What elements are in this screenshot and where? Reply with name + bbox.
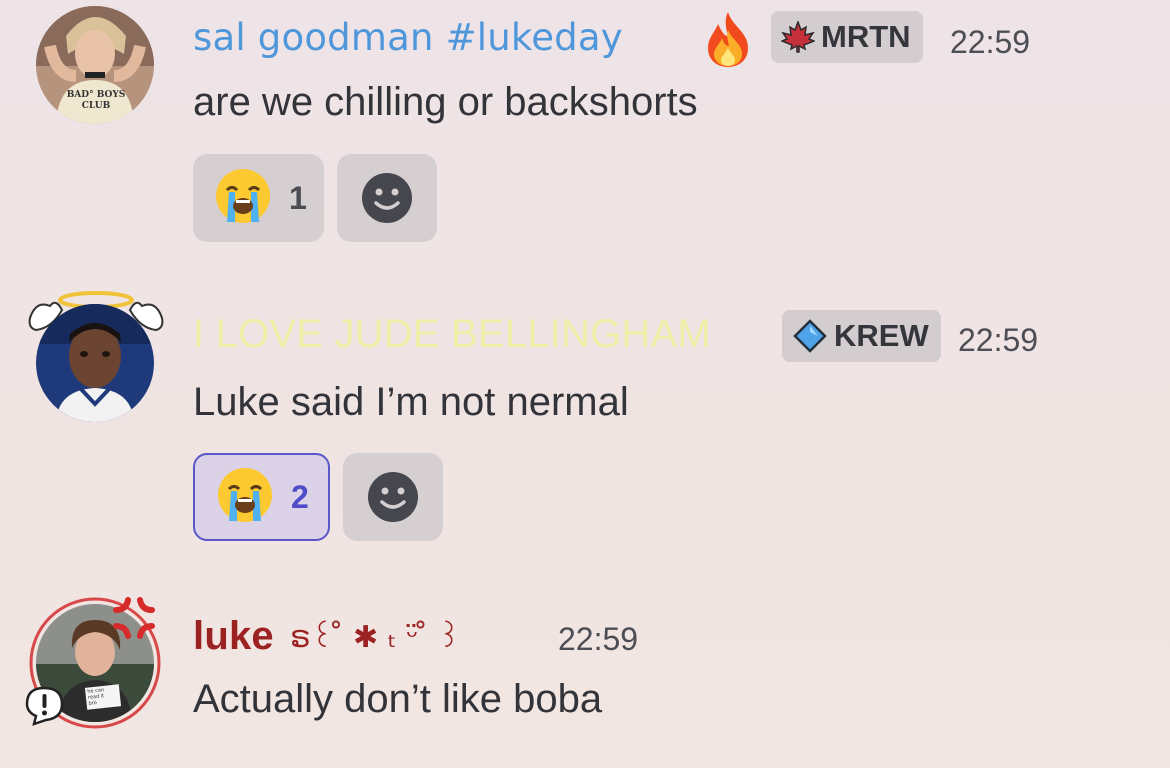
guild-tag-mrtn[interactable]: MRTN [771, 11, 923, 63]
author-name[interactable]: I LOVE JUDE BELLINGHAM [193, 312, 711, 357]
add-reaction-button[interactable] [337, 154, 437, 242]
timestamp: 22:59 [558, 621, 639, 657]
avatar-photo [36, 304, 154, 422]
guild-tag-krew[interactable]: KREW [782, 310, 941, 362]
smiley-add-icon [368, 472, 418, 522]
fire-icon [702, 10, 754, 72]
guild-tag-label: KREW [834, 318, 929, 353]
avatar-shirt-text-1: BAD° BOYS [66, 90, 126, 100]
reaction-loudly-crying[interactable]: 1 [193, 154, 324, 242]
reaction-count: 1 [289, 179, 307, 216]
message-text: Luke said I’m not nermal [193, 380, 629, 424]
avatar-jude-fan[interactable] [36, 304, 154, 422]
timestamp: 22:59 [958, 322, 1039, 358]
avatar-sal-goodman[interactable]: BAD° BOYS CLUB [36, 6, 154, 124]
author-name[interactable]: sal goodman #lukeday [193, 16, 623, 59]
author-name[interactable]: luke [193, 614, 274, 659]
guild-tag-label: MRTN [821, 19, 911, 54]
water-drop-icon [792, 318, 828, 354]
loudly-crying-face-icon [213, 166, 273, 230]
author-kaomoji: ຣ꒰ ̊ ✱ ₜ ᵕ̈ ̊ ꒱ [290, 620, 461, 655]
smiley-add-icon [362, 173, 412, 223]
speech-bubble-exclamation-icon [24, 686, 68, 730]
reaction-loudly-crying[interactable]: 2 [193, 453, 330, 541]
maple-leaf-icon [781, 21, 815, 53]
timestamp: 22:59 [950, 24, 1031, 60]
message-text: Actually don’t like boba [193, 677, 603, 721]
reaction-count: 2 [291, 478, 309, 515]
add-reaction-button[interactable] [343, 453, 443, 541]
anger-symbol-icon [110, 596, 158, 644]
loudly-crying-face-icon [215, 465, 275, 529]
avatar-shirt-text-2: CLUB [81, 101, 111, 111]
message-text: are we chilling or backshorts [193, 80, 698, 124]
